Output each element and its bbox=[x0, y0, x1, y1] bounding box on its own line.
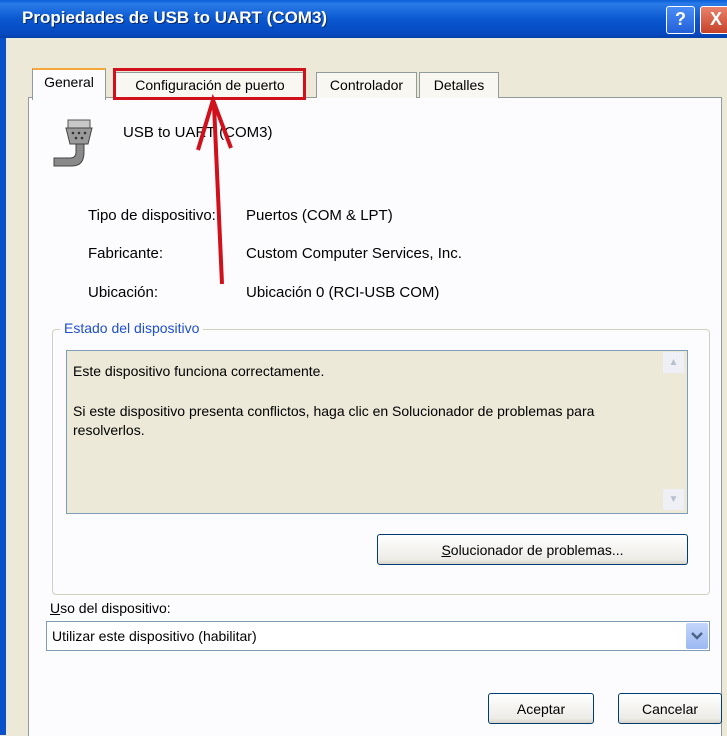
manufacturer-label: Fabricante: bbox=[88, 245, 164, 262]
tab-driver[interactable]: Controlador bbox=[316, 72, 417, 98]
title-bar[interactable]: Propiedades de USB to UART (COM3) ? X bbox=[0, 0, 727, 38]
usage-label-text: so del dispositivo: bbox=[60, 600, 171, 616]
troubleshoot-button[interactable]: Solucionador de problemas... bbox=[377, 534, 688, 565]
device-status-legend: Estado del dispositivo bbox=[60, 320, 204, 336]
tab-general[interactable]: General bbox=[32, 68, 106, 100]
troubleshoot-button-label: olucionador de problemas... bbox=[450, 542, 624, 558]
close-button[interactable]: X bbox=[700, 6, 727, 34]
status-help-message: Si este dispositivo presenta conflictos,… bbox=[73, 403, 595, 438]
location-value: Ubicación 0 (RCI-USB COM) bbox=[246, 284, 440, 301]
device-usage-label: Uso del dispositivo: bbox=[50, 600, 171, 616]
manufacturer-value: Custom Computer Services, Inc. bbox=[246, 245, 462, 262]
serial-port-icon bbox=[53, 119, 93, 167]
device-type-label: Tipo de dispositivo: bbox=[88, 207, 216, 224]
status-message: Este dispositivo funciona correctamente. bbox=[73, 363, 325, 379]
device-type-value: Puertos (COM & LPT) bbox=[246, 207, 393, 224]
tab-details[interactable]: Detalles bbox=[419, 72, 499, 98]
device-usage-value: Utilizar este dispositivo (habilitar) bbox=[52, 628, 257, 644]
tab-port-settings[interactable]: Configuración de puerto bbox=[114, 72, 306, 98]
chevron-down-icon[interactable] bbox=[686, 623, 708, 649]
cancel-button[interactable]: Cancelar bbox=[618, 693, 722, 724]
ok-button[interactable]: Aceptar bbox=[488, 693, 594, 724]
scroll-up-icon[interactable]: ▲ bbox=[663, 352, 684, 373]
location-label: Ubicación: bbox=[88, 284, 159, 301]
window-title: Propiedades de USB to UART (COM3) bbox=[22, 8, 328, 27]
troubleshoot-accesskey: S bbox=[441, 542, 451, 558]
window-frame bbox=[0, 38, 6, 735]
scroll-down-icon[interactable]: ▼ bbox=[663, 489, 684, 510]
device-usage-select[interactable]: Utilizar este dispositivo (habilitar) bbox=[46, 621, 710, 651]
status-scrollbar[interactable]: ▲ ▼ bbox=[663, 352, 684, 510]
usage-accesskey: U bbox=[50, 600, 61, 616]
device-name: USB to UART (COM3) bbox=[123, 124, 273, 141]
help-button[interactable]: ? bbox=[666, 6, 695, 34]
